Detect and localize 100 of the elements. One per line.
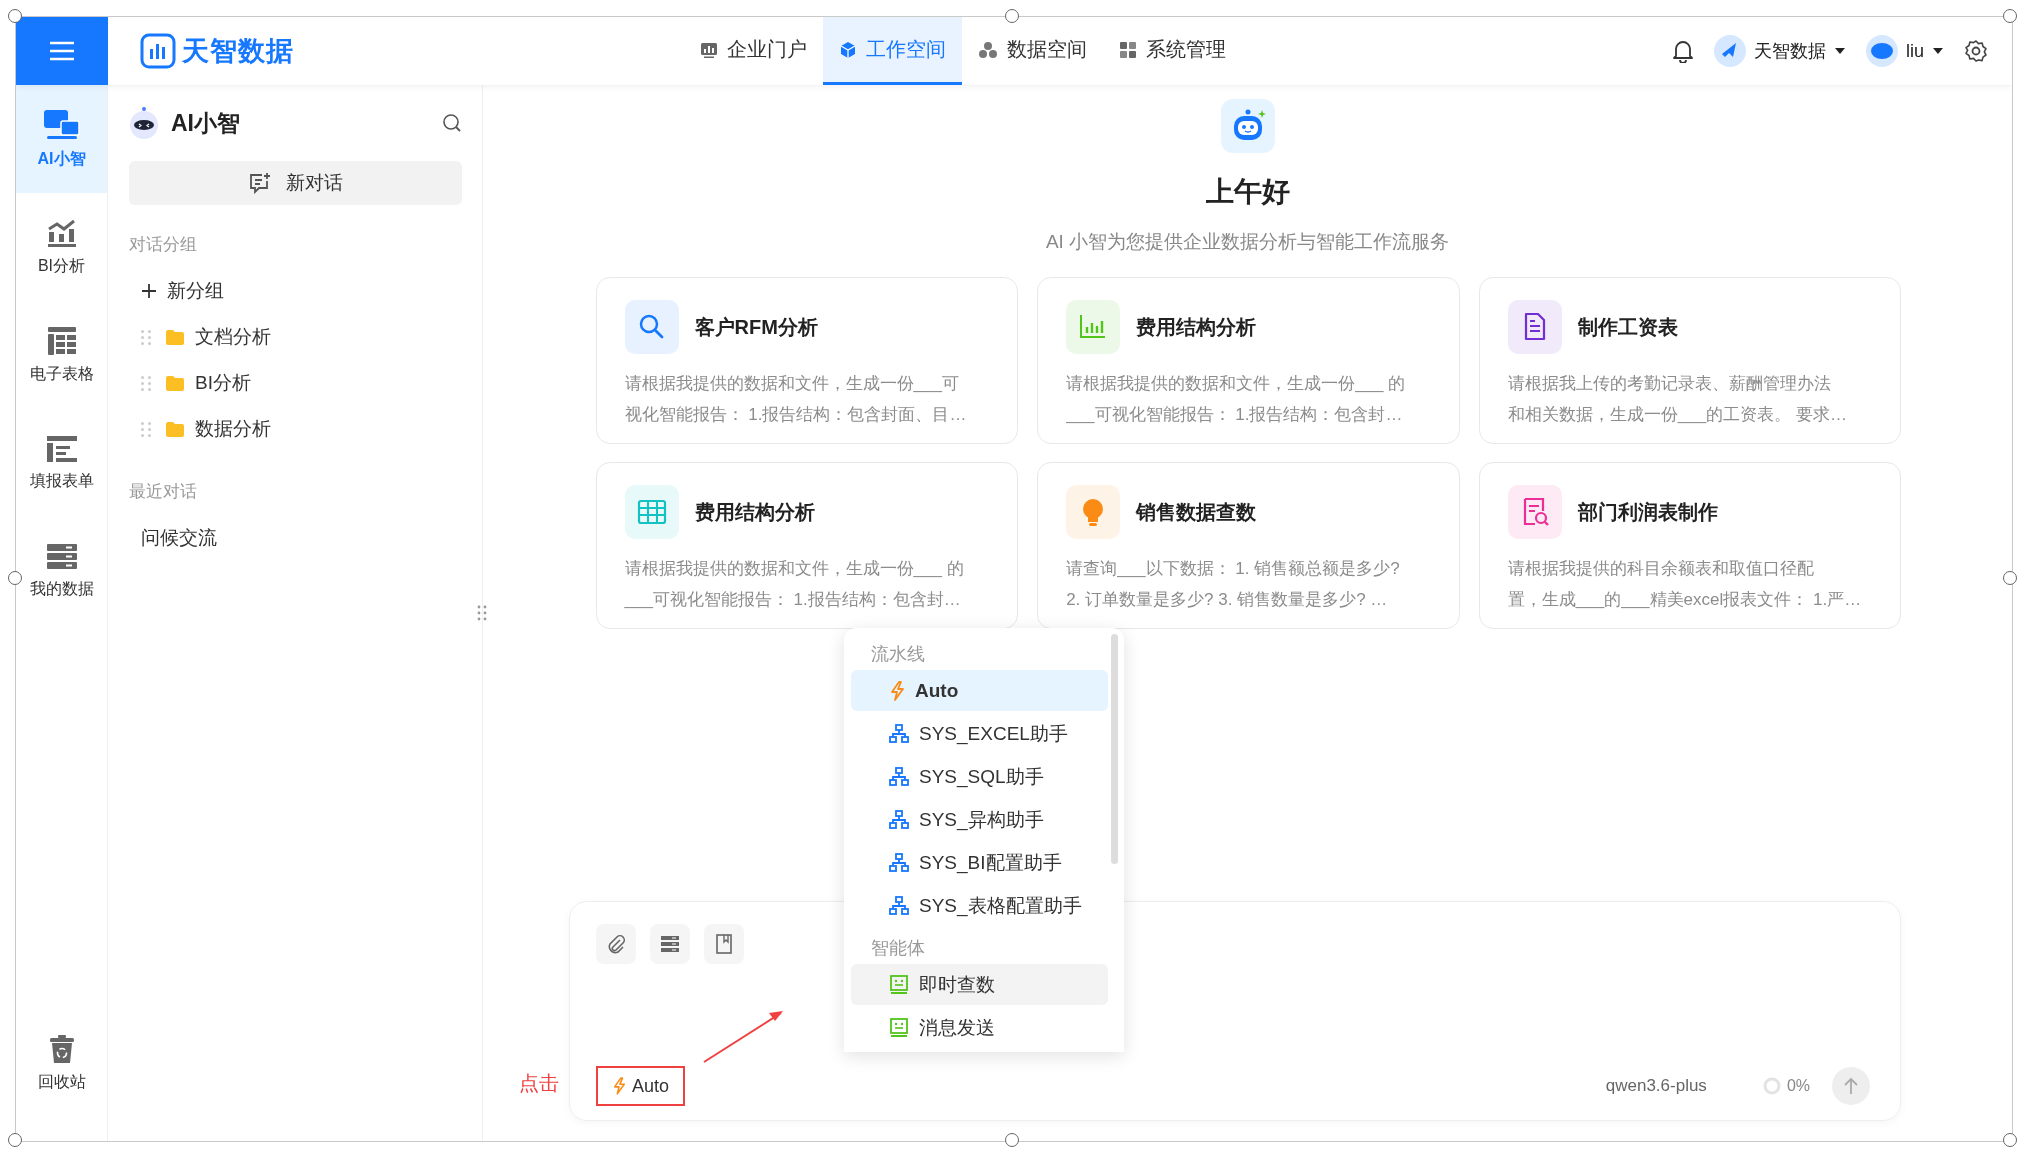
greeting: 上午好 <box>1205 175 1290 209</box>
card-title: 部门利润表制作 <box>1577 499 1718 525</box>
sidebar-title: AI小智 <box>171 108 240 138</box>
card-title: 销售数据查数 <box>1136 499 1257 525</box>
menu-icon <box>48 40 76 62</box>
ai-chat-icon <box>42 108 81 141</box>
recycle-bin-icon <box>48 1033 75 1064</box>
robot-face-icon <box>889 1017 909 1038</box>
card-description: 请根据我提供的数据和文件，生成一份___ 的 ___可视化智能报告： 1.报告结构：包含封… <box>624 558 965 611</box>
annotation-label: 点击 <box>519 1071 559 1096</box>
card-description: 请查询___以下数据： 1. 销售额总额是多少? 2. 订单数量是多少? 3. 销售数量是多少? … <box>1066 558 1401 611</box>
database-icon <box>45 542 78 571</box>
usage-percent: 0% <box>1786 1077 1810 1095</box>
menu-item[interactable]: SYS_BI配置助手 <box>851 842 1108 883</box>
menu-button[interactable] <box>16 17 108 85</box>
rail-item[interactable]: 我的数据 <box>16 517 107 625</box>
caret-icon <box>1834 47 1846 55</box>
menu-item[interactable]: SYS_EXCEL助手 <box>851 713 1108 754</box>
menu-item[interactable]: 即时查数 <box>851 964 1108 1005</box>
hierarchy-icon <box>889 809 909 830</box>
settings-icon[interactable] <box>1964 39 1988 63</box>
card-description: 请根据我提供的科目余额表和取值口径配 置，生成___的___精美excel报表文件： 1.严… <box>1507 558 1863 611</box>
rail-item[interactable]: 回收站 <box>16 1009 107 1117</box>
plus-icon <box>141 283 157 299</box>
book-icon <box>715 934 733 954</box>
resize-handle[interactable] <box>2003 571 2017 585</box>
resize-handle[interactable] <box>8 1133 22 1147</box>
folder-item[interactable]: 数据分析 <box>129 406 462 452</box>
nav-tab[interactable]: 企业门户 <box>684 17 823 85</box>
menu-item[interactable]: SYS_SQL助手 <box>851 756 1108 797</box>
cube-icon <box>839 40 857 59</box>
org-switcher[interactable]: 天智数据 <box>1714 35 1846 67</box>
bell-icon[interactable] <box>1672 39 1694 63</box>
folder-icon <box>165 374 185 392</box>
menu-item[interactable]: Auto <box>851 670 1108 711</box>
menu-item[interactable]: SYS_异构助手 <box>851 799 1108 840</box>
hierarchy-icon <box>889 766 909 787</box>
prompt-card[interactable]: 费用结构分析 请根据我提供的数据和文件，生成一份___ 的 ___可视化智能报告： 1.报告结构：包含封… <box>595 462 1019 629</box>
folder-item[interactable]: 文档分析 <box>129 314 462 360</box>
nav-tab[interactable]: 数据空间 <box>962 17 1103 85</box>
new-chat-button[interactable]: 新对话 <box>129 161 462 205</box>
model-name: qwen3.6-plus <box>1605 1076 1707 1096</box>
prompt-card[interactable]: 制作工资表 请根据我上传的考勤记录表、薪酬管理办法 和相关数据，生成一份___的工资表。 要求… <box>1478 277 1902 444</box>
resize-handle[interactable] <box>1005 9 1019 23</box>
resize-handle[interactable] <box>8 9 22 23</box>
folder-icon <box>165 420 185 438</box>
user-menu[interactable]: liu <box>1866 35 1944 67</box>
folder-icon <box>165 328 185 346</box>
prompt-card[interactable]: 销售数据查数 请查询___以下数据： 1. 销售额总额是多少? 2. 订单数量是多少? 3. 销售数量是多少? … <box>1037 462 1460 629</box>
card-title: 客户RFM分析 <box>694 314 818 340</box>
menu-item[interactable]: SYS_表格配置助手 <box>851 885 1108 926</box>
resize-handle[interactable] <box>1005 1133 1019 1147</box>
rail-item[interactable]: 填报表单 <box>16 409 107 517</box>
card-description: 请根据我提供的数据和文件，生成一份___ 的 ___可视化智能报告： 1.报告结构：包含封… <box>1066 373 1407 426</box>
rail-item[interactable]: BI分析 <box>16 193 107 301</box>
resize-handle[interactable] <box>2003 9 2017 23</box>
rail-item[interactable]: AI小智 <box>16 85 107 193</box>
card-description: 请根据我上传的考勤记录表、薪酬管理办法 和相关数据，生成一份___的工资表。 要求… <box>1507 373 1848 426</box>
new-group-button[interactable]: 新分组 <box>129 268 462 314</box>
usage-ring <box>1762 1077 1781 1095</box>
subtitle: AI 小智为您提供企业数据分析与智能工作流服务 <box>1045 230 1450 254</box>
hierarchy-icon <box>889 852 909 873</box>
search-icon[interactable] <box>442 113 462 133</box>
card-description: 请根据我提供的数据和文件，生成一份___可 视化智能报告： 1.报告结构：包含封面、目… <box>624 373 968 426</box>
chart-icon <box>45 217 78 248</box>
grid-icon <box>1119 40 1137 59</box>
form-icon <box>45 434 78 463</box>
prompt-card[interactable]: 客户RFM分析 请根据我提供的数据和文件，生成一份___可 视化智能报告： 1.报告结构：包含封面、目… <box>595 277 1019 444</box>
drag-handle-icon[interactable] <box>477 605 487 623</box>
spreadsheet-icon <box>46 325 77 356</box>
menu-item[interactable]: 消息发送 <box>851 1007 1108 1048</box>
prompt-card[interactable]: 费用结构分析 请根据我提供的数据和文件，生成一份___ 的 ___可视化智能报告： 1.报告结构：包含封… <box>1037 277 1460 444</box>
chat-plus-icon <box>248 172 272 194</box>
logo-icon <box>140 33 176 69</box>
robot-face-icon <box>889 974 909 995</box>
rail-item[interactable]: 电子表格 <box>16 301 107 409</box>
cubes-icon <box>978 40 998 59</box>
paperclip-icon <box>606 934 626 954</box>
nav-tab[interactable]: 工作空间 <box>823 17 962 85</box>
prompt-card[interactable]: 部门利润表制作 请根据我提供的科目余额表和取值口径配 置，生成___的___精美excel报表文件： 1.严… <box>1478 462 1902 629</box>
hierarchy-icon <box>889 895 909 916</box>
resize-handle[interactable] <box>2003 1133 2017 1147</box>
menu-section-label: 智能体 <box>870 937 926 960</box>
card-title: 制作工资表 <box>1577 314 1678 340</box>
avatar-icon <box>1870 41 1894 61</box>
book-button[interactable] <box>704 924 744 964</box>
section-label: 对话分组 <box>129 234 198 256</box>
database-button[interactable] <box>650 924 690 964</box>
dashboard-icon <box>700 40 718 59</box>
robot-avatar-icon <box>129 106 159 140</box>
folder-item[interactable]: BI分析 <box>129 360 462 406</box>
lightning-icon <box>612 1077 626 1095</box>
attach-button[interactable] <box>596 924 636 964</box>
hierarchy-icon <box>889 723 909 744</box>
nav-tab[interactable]: 系统管理 <box>1103 17 1242 85</box>
card-title: 费用结构分析 <box>694 499 815 525</box>
card-title: 费用结构分析 <box>1136 314 1257 340</box>
resize-handle[interactable] <box>8 571 22 585</box>
conversation-item[interactable]: 问候交流 <box>129 515 462 561</box>
scrollbar[interactable] <box>1111 634 1118 864</box>
